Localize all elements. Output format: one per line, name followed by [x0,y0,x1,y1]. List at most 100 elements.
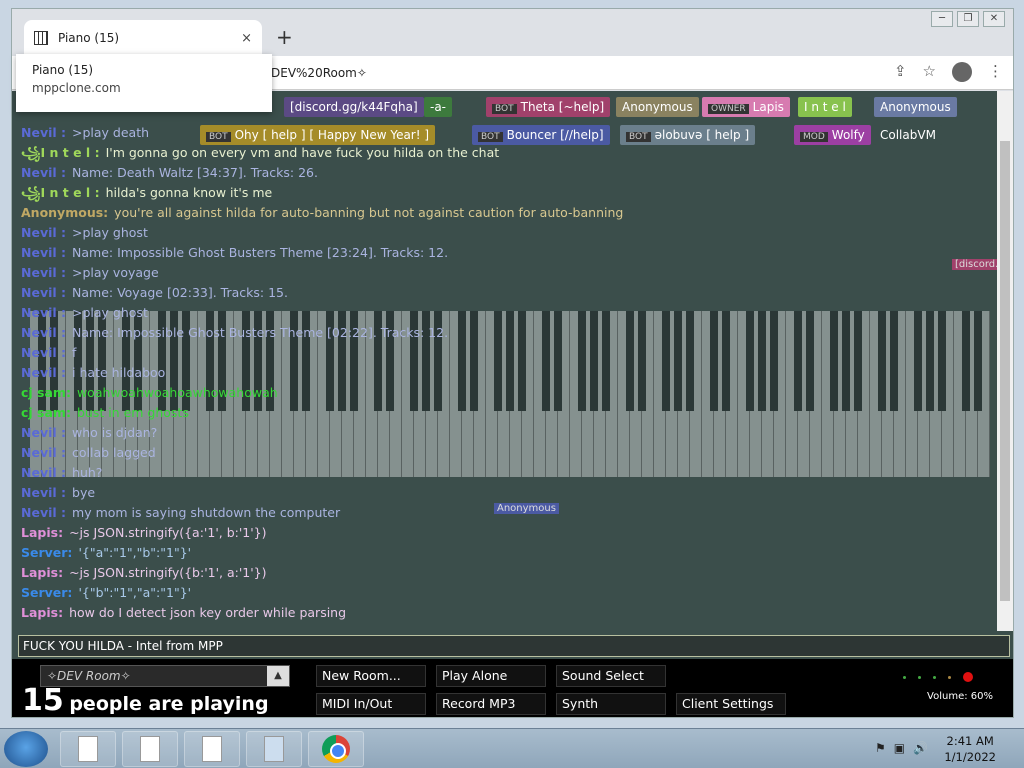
user-name-tag[interactable]: OWNER Lapis [702,97,790,117]
chat-message: Nevil : huh? [21,463,981,483]
chat-text: ~js JSON.stringify({a:'1', b:'1'}) [69,525,267,540]
speaker-icon[interactable]: 🔊 [913,741,928,755]
chat-author[interactable]: Nevil : [21,325,66,340]
sound-select-button[interactable]: Sound Select [556,665,666,687]
chat-author[interactable]: Anonymous: [21,205,108,220]
chat-text: Name: Impossible Ghost Busters Theme [23… [72,245,449,260]
chat-text: >play ghost [72,305,148,320]
chat-author[interactable]: Nevil : [21,345,66,360]
chat-message: Nevil : Name: Voyage [02:33]. Tracks: 15. [21,283,981,303]
taskbar-file-icon[interactable] [184,731,240,767]
chat-message: Nevil : Name: Impossible Ghost Busters Th… [21,323,981,343]
user-name-tag[interactable]: -a- [424,97,453,117]
chat-author[interactable]: Nevil : [21,365,66,380]
chat-text: how do I detect json key order while par… [69,605,347,620]
user-badge: BOT [492,104,517,114]
maximize-button[interactable]: ❐ [957,11,979,27]
chat-author[interactable]: Nevil : [21,165,66,180]
taskbar-clock[interactable]: 2:41 AM 1/1/2022 [944,733,996,765]
volume-control[interactable]: Volume: 60% [903,667,993,707]
chat-author[interactable]: ꧁I n t e l : [21,145,100,160]
clock-date: 1/1/2022 [944,750,996,764]
chat-message: Nevil : >play death [21,123,981,143]
tab-hover-tooltip: Piano (15) mppclone.com [16,54,272,112]
chat-author[interactable]: Nevil : [21,425,66,440]
tab-strip: Piano (15) × + ─ ❐ ✕ [12,9,1013,56]
user-name-tag[interactable]: BOT Theta [~help] [486,97,611,117]
new-room-button[interactable]: New Room... [316,665,426,687]
user-name-tag[interactable]: [discord.gg/k44Fqha] [284,97,424,117]
user-name-tag[interactable]: Anonymous [616,97,699,117]
chat-message: cj sam: woahwoahwoahoawhowahowah [21,383,981,403]
chat-author[interactable]: Nevil : [21,225,66,240]
user-name-tag[interactable]: I n t e l [798,97,852,117]
client-settings-button[interactable]: Client Settings [676,693,786,715]
chat-text: bust in em ghosts [76,405,189,420]
chat-message: ꧁I n t e l : hilda's gonna know it's me [21,183,981,203]
chat-text: Name: Impossible Ghost Busters Theme [02… [72,325,449,340]
chat-message: Lapis: how do I detect json key order whi… [21,603,981,623]
new-tab-button[interactable]: + [276,25,293,49]
chat-message: Nevil : bye [21,483,981,503]
chat-author[interactable]: Nevil : [21,285,66,300]
chat-author[interactable]: ꧁I n t e l : [21,185,100,200]
chat-author[interactable]: Nevil : [21,265,66,280]
toolbar-icons: ⇪ ☆ ⋮ [894,62,1003,82]
midi-button[interactable]: MIDI In/Out [316,693,426,715]
chat-author[interactable]: Lapis: [21,605,63,620]
chat-author[interactable]: Nevil : [21,305,66,320]
flag-icon[interactable]: ⚑ [875,741,886,755]
chat-text: you're all against hilda for auto-bannin… [114,205,624,220]
chat-log: Nevil : >play death ꧁I n t e l : I'm gonna … [21,123,981,623]
user-name-tag[interactable]: Anonymous [874,97,957,117]
star-icon[interactable]: ☆ [923,62,936,82]
taskbar-file-icon[interactable] [60,731,116,767]
chevron-up-icon[interactable]: ▲ [267,666,289,686]
chat-message: Nevil : >play voyage [21,263,981,283]
user-name: [discord.gg/k44Fqha] [290,100,418,114]
chat-scrollbar[interactable] [997,91,1013,631]
taskbar-file-icon[interactable] [122,731,178,767]
user-badge: OWNER [708,104,749,114]
chat-author[interactable]: Nevil : [21,245,66,260]
chat-author[interactable]: Lapis: [21,525,63,540]
tab-close-icon[interactable]: × [241,31,252,46]
menu-icon[interactable]: ⋮ [988,62,1003,82]
chat-author[interactable]: Nevil : [21,485,66,500]
chat-author[interactable]: cj sam: [21,405,71,420]
chat-author[interactable]: Nevil : [21,445,66,460]
close-window-button[interactable]: ✕ [983,11,1005,27]
start-button[interactable] [4,731,48,767]
address-bar[interactable]: DEV%20Room✧ [267,62,867,84]
record-mp3-button[interactable]: Record MP3 [436,693,546,715]
chat-text: Name: Death Waltz [34:37]. Tracks: 26. [72,165,318,180]
chat-author[interactable]: Nevil : [21,465,66,480]
piano-page: [discord.gg/k44Fqha] -a- BOT Theta [~help] A… [12,91,1013,717]
people-number: 15 [22,683,64,717]
synth-button[interactable]: Synth [556,693,666,715]
chat-message: Server: '{"b":"1","a":"1"}' [21,583,981,603]
minimize-button[interactable]: ─ [931,11,953,27]
user-name: Theta [~help] [520,100,605,114]
chat-input[interactable]: FUCK YOU HILDA - Intel from MPP [18,635,1010,657]
scrollbar-thumb[interactable] [1000,141,1010,601]
taskbar-control-panel-icon[interactable] [246,731,302,767]
chat-author[interactable]: Lapis: [21,565,63,580]
chat-author[interactable]: Server: [21,545,72,560]
chat-message: Nevil : Name: Death Waltz [34:37]. Tracks… [21,163,981,183]
chat-author[interactable]: Nevil : [21,505,66,520]
chat-author[interactable]: cj sam: [21,385,71,400]
share-icon[interactable]: ⇪ [894,62,907,82]
people-label: people are playing [69,693,269,715]
chat-author[interactable]: Nevil : [21,125,66,140]
chat-message: Nevil : i hate hildaboo [21,363,981,383]
profile-icon[interactable] [952,62,972,82]
tab-piano[interactable]: Piano (15) × [24,20,262,56]
taskbar-chrome-icon[interactable] [308,731,364,767]
play-alone-button[interactable]: Play Alone [436,665,546,687]
chat-author[interactable]: Server: [21,585,72,600]
chat-text: >play ghost [72,225,148,240]
network-icon[interactable]: ▣ [894,741,905,755]
chat-text: Name: Voyage [02:33]. Tracks: 15. [72,285,288,300]
chat-text: woahwoahwoahoawhowahowah [76,385,278,400]
